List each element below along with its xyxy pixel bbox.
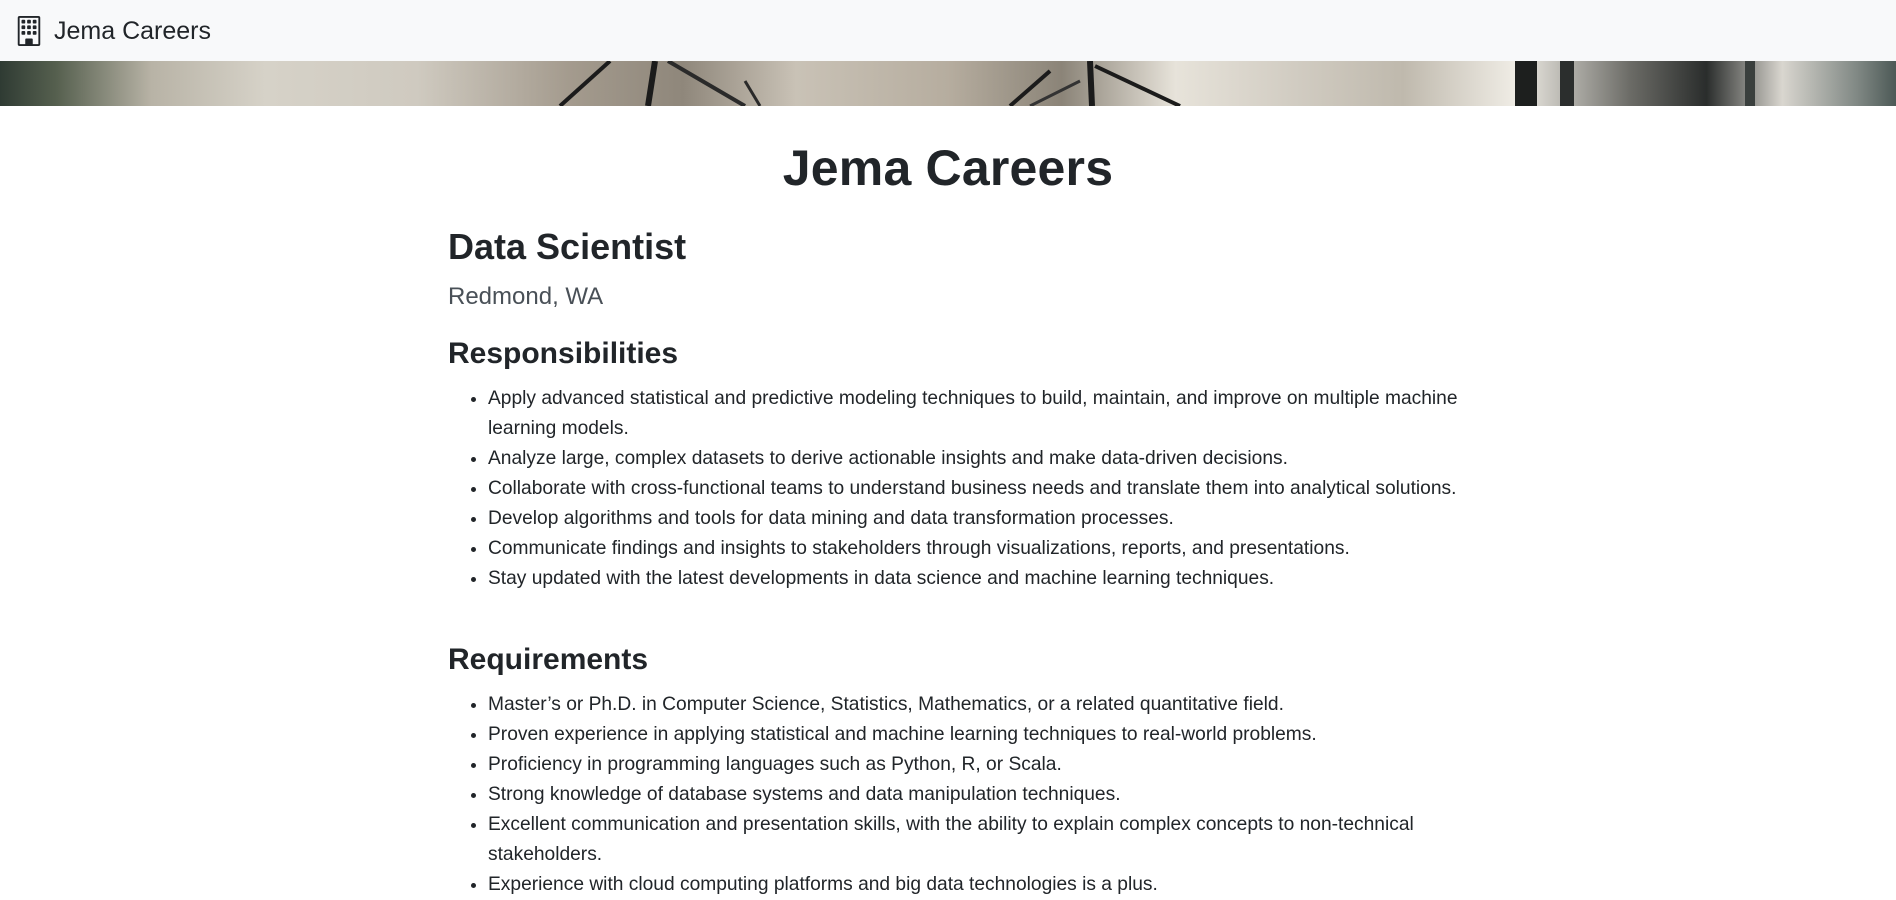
list-item: Proficiency in programming languages suc… (488, 750, 1468, 780)
list-item: Communicate findings and insights to sta… (488, 534, 1468, 564)
list-item: Master’s or Ph.D. in Computer Science, S… (488, 690, 1468, 720)
brand-link[interactable]: Jema Careers (14, 15, 211, 46)
list-item: Proven experience in applying statistica… (488, 720, 1468, 750)
hero-banner-image (0, 61, 1896, 106)
brand-name: Jema Careers (54, 16, 211, 45)
responsibilities-list: Apply advanced statistical and predictiv… (448, 384, 1468, 594)
list-item: Experience with cloud computing platform… (488, 870, 1468, 900)
list-item: Analyze large, complex datasets to deriv… (488, 444, 1468, 474)
list-item: Develop algorithms and tools for data mi… (488, 504, 1468, 534)
job-location: Redmond, WA (448, 283, 604, 310)
page-title: Jema Careers (782, 140, 1114, 196)
list-item: Collaborate with cross-functional teams … (488, 474, 1468, 504)
responsibilities-heading: Responsibilities (448, 337, 679, 370)
requirements-list: Master’s or Ph.D. in Computer Science, S… (448, 690, 1468, 900)
navbar: Jema Careers (0, 0, 1896, 61)
building-icon (14, 15, 44, 46)
list-item: Strong knowledge of database systems and… (488, 780, 1468, 810)
list-item: Stay updated with the latest development… (488, 564, 1468, 594)
job-title: Data Scientist (448, 226, 687, 267)
requirements-heading: Requirements (448, 643, 649, 676)
list-item: Apply advanced statistical and predictiv… (488, 384, 1468, 444)
list-item: Excellent communication and presentation… (488, 810, 1468, 870)
